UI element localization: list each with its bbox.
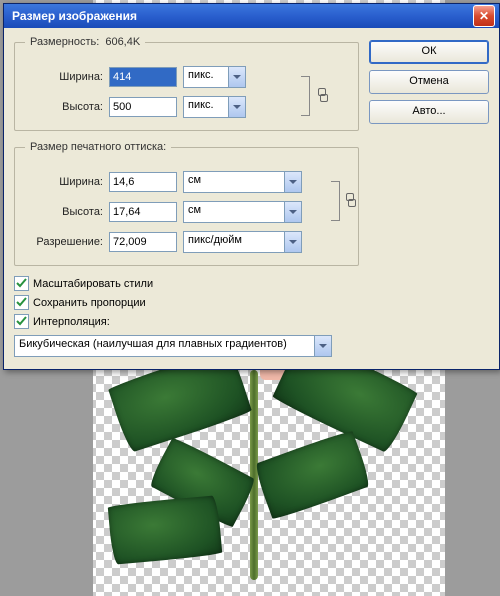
chevron-down-icon bbox=[314, 336, 331, 356]
width-unit-select[interactable]: пикс. bbox=[183, 66, 246, 88]
print-height-unit-value: см bbox=[184, 202, 284, 222]
resample-label: Интерполяция: bbox=[33, 316, 110, 328]
titlebar[interactable]: Размер изображения ✕ bbox=[4, 4, 499, 28]
resolution-input[interactable] bbox=[109, 232, 177, 252]
document-size-group: Размер печатного оттиска: Ширина: см Выс… bbox=[14, 141, 359, 266]
chevron-down-icon bbox=[228, 97, 245, 117]
link-icon bbox=[318, 88, 328, 102]
resolution-label: Разрешение: bbox=[25, 236, 103, 248]
resolution-unit-value: пикс/дюйм bbox=[184, 232, 284, 252]
print-height-label: Высота: bbox=[25, 206, 103, 218]
scale-styles-label: Масштабировать стили bbox=[33, 278, 153, 290]
check-icon bbox=[16, 316, 27, 327]
resample-checkbox[interactable] bbox=[14, 314, 29, 329]
chevron-down-icon bbox=[284, 202, 301, 222]
constrain-bracket bbox=[301, 76, 310, 116]
height-label: Высота: bbox=[25, 101, 103, 113]
cancel-button[interactable]: Отмена bbox=[369, 70, 489, 94]
pixel-dimensions-group: Размерность: 606,4K Ширина: пикс. Высота… bbox=[14, 36, 359, 131]
height-unit-select[interactable]: пикс. bbox=[183, 96, 246, 118]
ok-button[interactable]: ОК bbox=[369, 40, 489, 64]
print-width-label: Ширина: bbox=[25, 176, 103, 188]
resolution-unit-select[interactable]: пикс/дюйм bbox=[183, 231, 302, 253]
image-size-dialog: Размер изображения ✕ Размерность: 606,4K… bbox=[3, 3, 500, 370]
constrain-checkbox[interactable] bbox=[14, 295, 29, 310]
dialog-title: Размер изображения bbox=[12, 9, 137, 23]
width-label: Ширина: bbox=[25, 71, 103, 83]
constrain-bracket bbox=[331, 181, 340, 221]
print-height-input[interactable] bbox=[109, 202, 177, 222]
width-unit-value: пикс. bbox=[184, 67, 228, 87]
width-input[interactable] bbox=[109, 67, 177, 87]
dimension-value: 606,4K bbox=[105, 36, 140, 48]
check-icon bbox=[16, 278, 27, 289]
height-unit-value: пикс. bbox=[184, 97, 228, 117]
chevron-down-icon bbox=[228, 67, 245, 87]
scale-styles-checkbox[interactable] bbox=[14, 276, 29, 291]
print-height-unit-select[interactable]: см bbox=[183, 201, 302, 223]
auto-button[interactable]: Авто... bbox=[369, 100, 489, 124]
print-width-input[interactable] bbox=[109, 172, 177, 192]
close-icon: ✕ bbox=[479, 9, 489, 23]
print-width-unit-value: см bbox=[184, 172, 284, 192]
link-icon bbox=[346, 193, 356, 207]
chevron-down-icon bbox=[284, 172, 301, 192]
check-icon bbox=[16, 297, 27, 308]
chevron-down-icon bbox=[284, 232, 301, 252]
print-legend: Размер печатного оттиска: bbox=[25, 141, 171, 153]
canvas-image-plant bbox=[130, 360, 390, 590]
interpolation-select[interactable]: Бикубическая (наилучшая для плавных град… bbox=[14, 335, 332, 357]
dimension-label: Размерность: bbox=[30, 36, 99, 48]
close-button[interactable]: ✕ bbox=[473, 5, 495, 27]
constrain-label: Сохранить пропорции bbox=[33, 297, 146, 309]
print-width-unit-select[interactable]: см bbox=[183, 171, 302, 193]
interpolation-value: Бикубическая (наилучшая для плавных град… bbox=[15, 336, 314, 356]
height-input[interactable] bbox=[109, 97, 177, 117]
